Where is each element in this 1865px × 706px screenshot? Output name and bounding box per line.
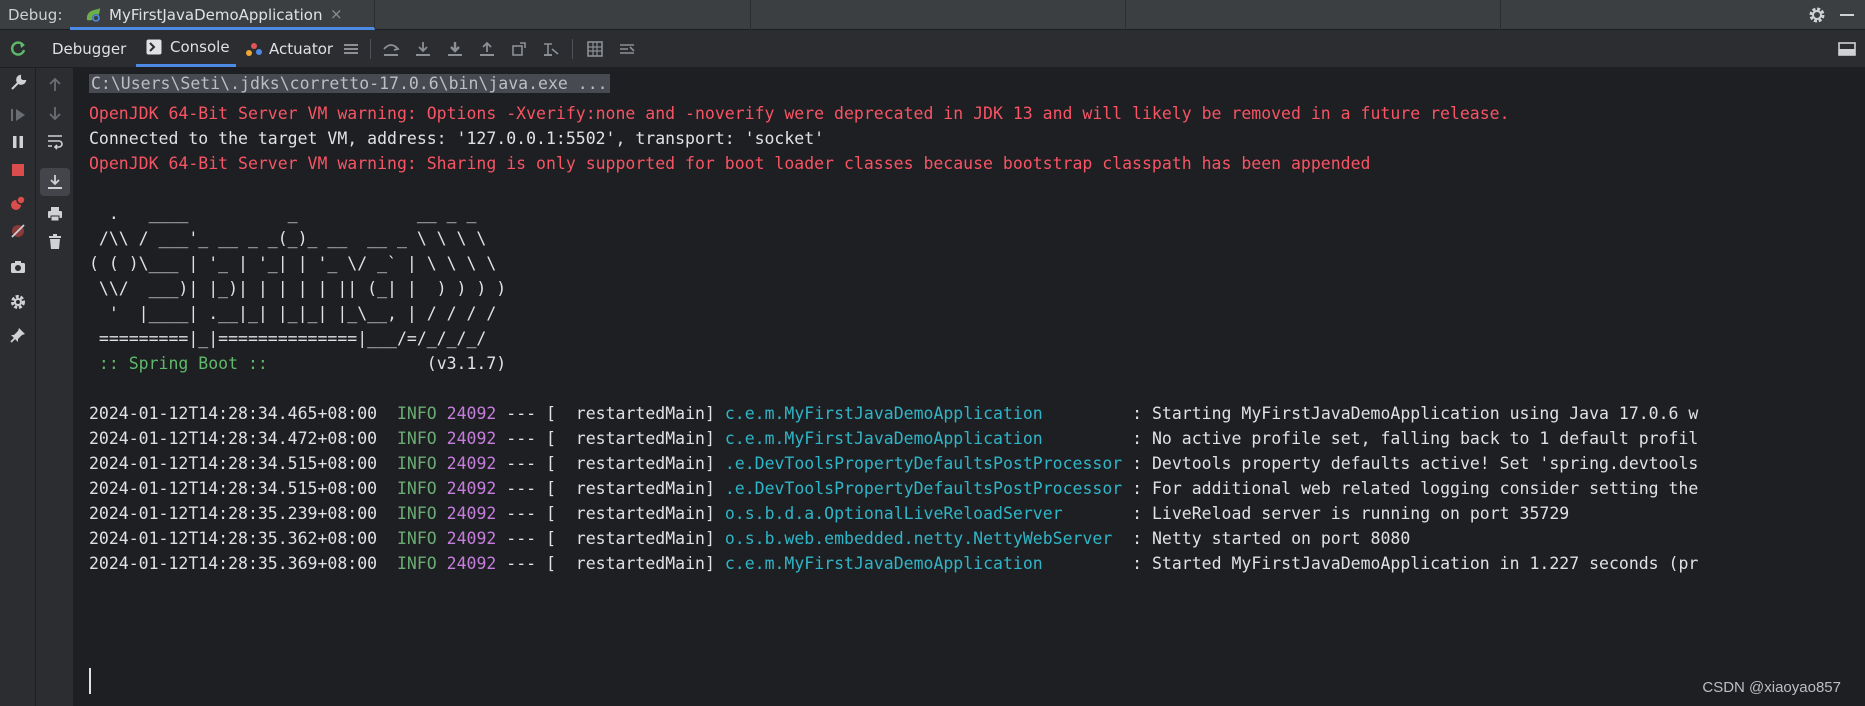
step-out-icon[interactable]	[478, 40, 496, 58]
arrow-up-icon[interactable]	[46, 76, 64, 94]
tab-actuator-label: Actuator	[269, 39, 334, 58]
toolbar-separator	[370, 39, 371, 59]
camera-icon[interactable]	[9, 258, 27, 276]
soft-wrap-icon[interactable]	[46, 132, 64, 150]
print-icon[interactable]	[46, 205, 64, 223]
tab-label: MyFirstJavaDemoApplication	[109, 6, 323, 24]
tab-my-first-java-demo-application[interactable]: MyFirstJavaDemoApplication ×	[70, 0, 375, 30]
debug-toolbar: Debugger Console Actuator	[0, 30, 1865, 68]
spring-boot-version: (v3.1.7)	[277, 354, 507, 373]
mute-breakpoints-icon[interactable]	[9, 222, 27, 240]
close-icon[interactable]: ×	[330, 5, 343, 23]
settings-icon[interactable]	[9, 293, 27, 311]
menu-icon[interactable]	[342, 40, 360, 58]
trash-icon[interactable]	[46, 233, 64, 251]
console-icon	[146, 39, 162, 55]
command-line: C:\Users\Seti\.jdks\corretto-17.0.6\bin\…	[89, 69, 610, 99]
debug-tab-bar: Debug: MyFirstJavaDemoApplication ×	[0, 0, 1865, 30]
tab-debugger[interactable]: Debugger	[52, 30, 126, 67]
toolbar-separator	[572, 39, 573, 59]
view-breakpoints-icon[interactable]	[9, 194, 27, 212]
minimize-icon[interactable]	[1840, 14, 1854, 16]
resume-icon[interactable]	[9, 106, 27, 124]
debug-actions-sidebar	[0, 68, 36, 706]
tab-debugger-label: Debugger	[52, 39, 127, 58]
log-line: 2024-01-12T14:28:35.369+08:00 INFO 24092…	[89, 554, 1699, 573]
pin-icon[interactable]	[9, 326, 27, 344]
gear-icon[interactable]	[1808, 6, 1826, 24]
force-step-into-icon[interactable]	[446, 40, 464, 58]
wrench-icon[interactable]	[9, 74, 27, 92]
console-output[interactable]: C:\Users\Seti\.jdks\corretto-17.0.6\bin\…	[74, 68, 1865, 706]
step-into-icon[interactable]	[414, 40, 432, 58]
jvm-warning-line: OpenJDK 64-Bit Server VM warning: Sharin…	[89, 154, 1371, 173]
spring-boot-label: :: Spring Boot ::	[89, 354, 278, 373]
spring-boot-icon	[86, 8, 100, 22]
command-text[interactable]: C:\Users\Seti\.jdks\corretto-17.0.6\bin\…	[89, 74, 610, 93]
text-cursor	[89, 668, 91, 694]
evaluate-expression-icon[interactable]	[586, 40, 604, 58]
trace-icon[interactable]	[618, 40, 636, 58]
scroll-to-end-icon[interactable]	[46, 173, 64, 191]
drop-frame-icon[interactable]	[510, 40, 528, 58]
arrow-down-icon[interactable]	[46, 104, 64, 122]
layout-icon[interactable]	[1838, 40, 1856, 58]
actuator-icon	[246, 42, 262, 56]
watermark: CSDN @xiaoyao857	[1702, 679, 1841, 696]
tab-divider	[750, 0, 751, 30]
tab-divider	[1125, 0, 1126, 30]
debug-label: Debug:	[8, 6, 63, 24]
rerun-icon[interactable]	[9, 40, 27, 58]
tab-actuator[interactable]: Actuator	[245, 30, 333, 67]
stop-icon[interactable]	[9, 161, 27, 179]
run-to-cursor-icon[interactable]	[542, 40, 560, 58]
pause-icon[interactable]	[9, 133, 27, 151]
tab-console-label: Console	[170, 38, 230, 56]
step-over-icon[interactable]	[382, 40, 400, 58]
tab-divider	[1500, 0, 1501, 30]
tab-console[interactable]: Console	[136, 30, 236, 67]
console-actions-sidebar	[36, 68, 74, 706]
spring-boot-version-line: :: Spring Boot :: (v3.1.7)	[89, 349, 506, 379]
